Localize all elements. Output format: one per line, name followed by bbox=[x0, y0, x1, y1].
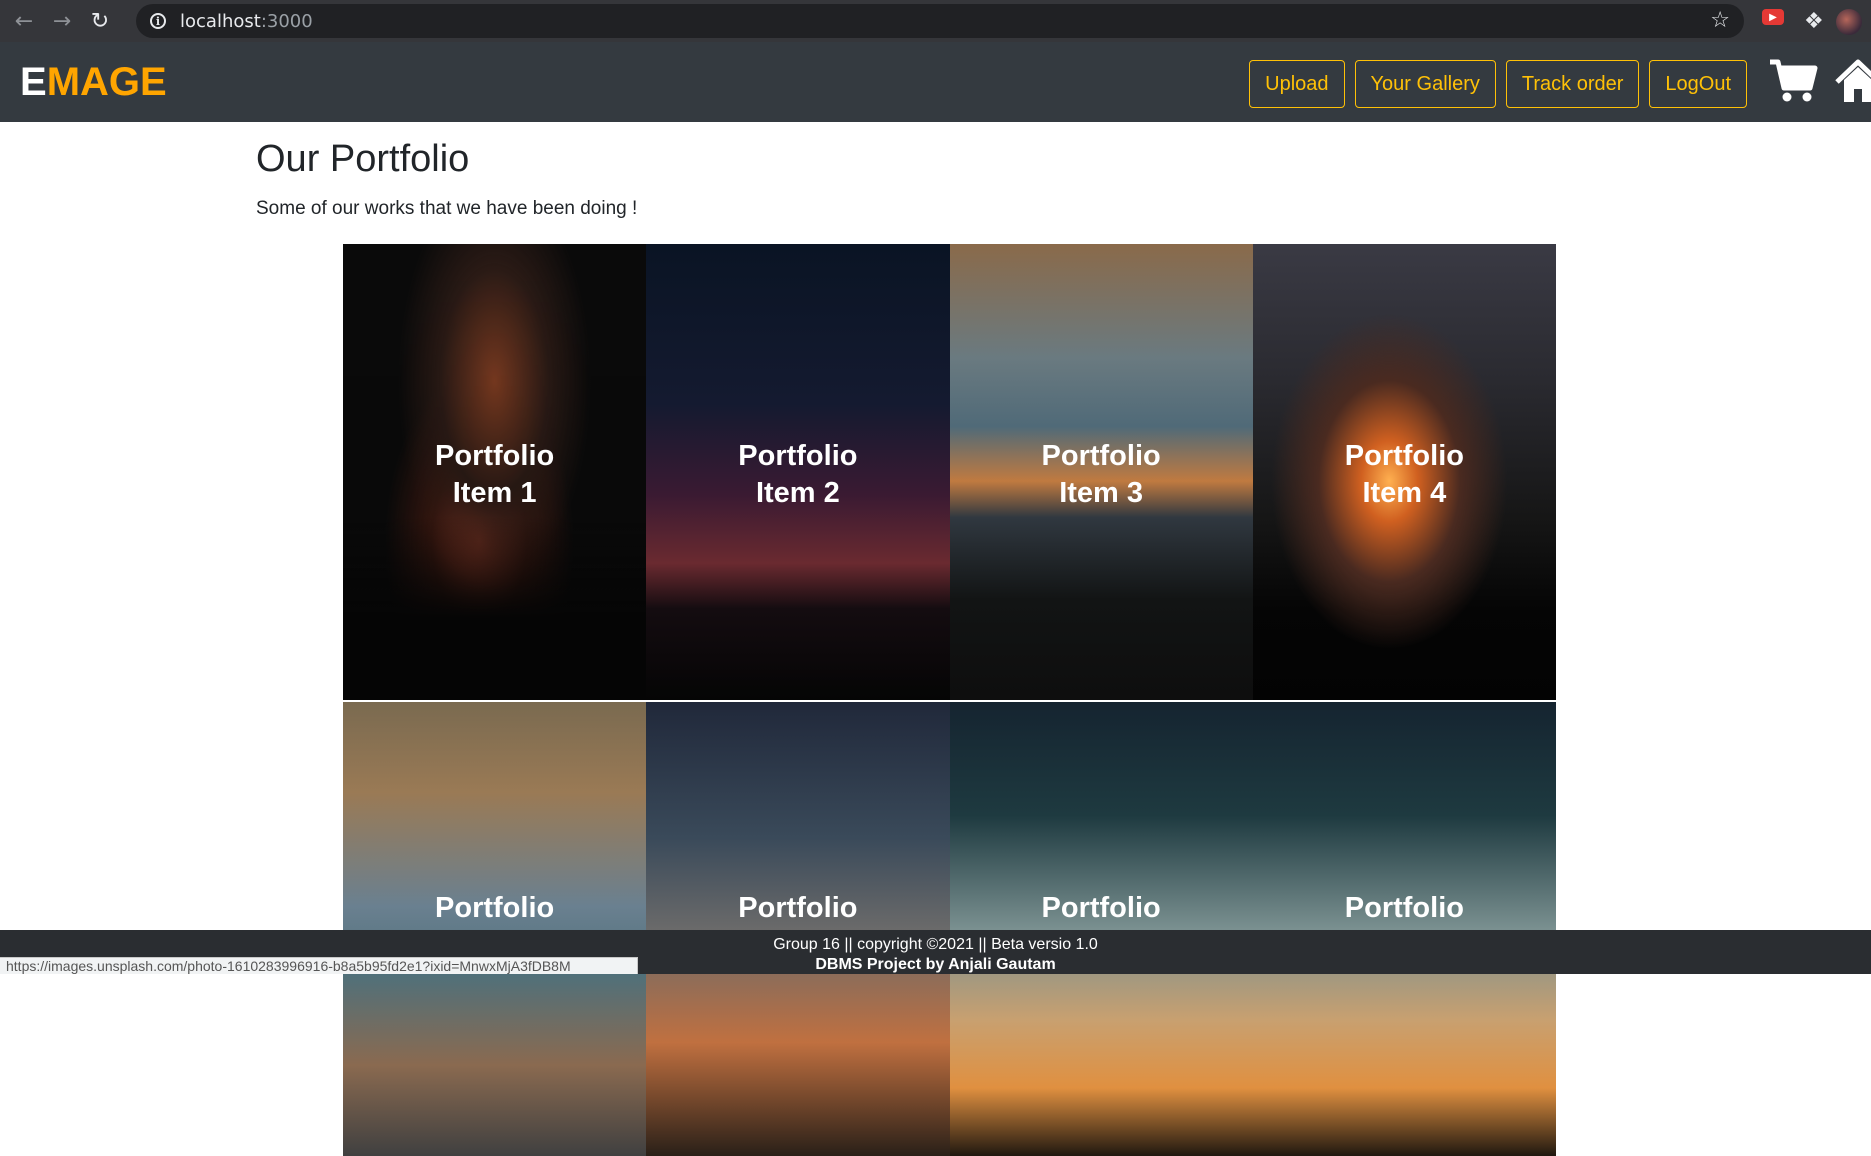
nav-button-group: Upload Your Gallery Track order LogOut bbox=[1249, 60, 1747, 108]
portfolio-item-5[interactable]: Portfolio bbox=[343, 700, 647, 1156]
brand-first-letter: E bbox=[20, 60, 47, 104]
caption-line1: Portfolio bbox=[1344, 440, 1464, 472]
portfolio-caption: Portfolio bbox=[950, 890, 1253, 927]
status-bar-url: https://images.unsplash.com/photo-161028… bbox=[0, 957, 638, 974]
portfolio-caption: Portfolio bbox=[343, 890, 646, 927]
page-subtitle: Some of our works that we have been doin… bbox=[256, 198, 638, 219]
url-host: localhost bbox=[180, 10, 261, 32]
caption-line1: Portfolio bbox=[1041, 440, 1161, 472]
forward-arrow-icon[interactable]: → bbox=[48, 7, 76, 35]
back-arrow-icon[interactable]: ← bbox=[10, 7, 38, 35]
page-title: Our Portfolio bbox=[256, 138, 470, 180]
portfolio-caption: Portfolio bbox=[646, 890, 949, 927]
caption-line1: Portfolio bbox=[738, 892, 858, 924]
portfolio-item-4[interactable]: Portfolio Item 4 bbox=[1252, 244, 1556, 700]
home-icon[interactable] bbox=[1833, 56, 1871, 106]
caption-line2: Item 4 bbox=[1362, 477, 1447, 509]
caption-line1: Portfolio bbox=[1344, 892, 1464, 924]
app-navbar: EMAGE Upload Your Gallery Track order Lo… bbox=[0, 42, 1871, 122]
extensions-puzzle-icon[interactable]: ❖ bbox=[1804, 9, 1824, 34]
caption-line1: Portfolio bbox=[1041, 892, 1161, 924]
address-url[interactable]: localhost:3000 bbox=[180, 11, 313, 32]
caption-line2: Item 2 bbox=[755, 477, 840, 509]
caption-line1: Portfolio bbox=[435, 440, 555, 472]
portfolio-caption: Portfolio bbox=[1253, 890, 1556, 927]
caption-line1: Portfolio bbox=[435, 892, 555, 924]
reload-icon[interactable]: ↻ bbox=[86, 7, 114, 35]
caption-line2: Item 3 bbox=[1059, 477, 1144, 509]
portfolio-item-1[interactable]: Portfolio Item 1 bbox=[343, 244, 647, 700]
portfolio-item-6[interactable]: Portfolio bbox=[646, 700, 950, 1156]
brand-rest: MAGE bbox=[46, 60, 167, 104]
caption-line1: Portfolio bbox=[738, 440, 858, 472]
upload-button[interactable]: Upload bbox=[1249, 60, 1345, 108]
url-port: :3000 bbox=[260, 10, 313, 32]
browser-toolbar: ← → ↻ i localhost:3000 ☆ ▶ ❖ bbox=[0, 0, 1871, 42]
your-gallery-button[interactable]: Your Gallery bbox=[1354, 60, 1496, 108]
portfolio-item-8[interactable]: Portfolio bbox=[1252, 700, 1556, 1156]
logout-button[interactable]: LogOut bbox=[1649, 60, 1747, 108]
portfolio-caption: Portfolio Item 4 bbox=[1253, 438, 1556, 512]
youtube-extension-icon[interactable]: ▶ bbox=[1762, 9, 1784, 25]
portfolio-caption: Portfolio Item 2 bbox=[646, 438, 949, 512]
profile-avatar[interactable] bbox=[1836, 9, 1862, 35]
portfolio-caption: Portfolio Item 1 bbox=[343, 438, 646, 512]
footer-copyright: Group 16 || copyright ©2021 || Beta vers… bbox=[773, 936, 1098, 953]
bookmark-star-icon[interactable]: ☆ bbox=[1710, 8, 1730, 33]
caption-line2: Item 1 bbox=[452, 477, 537, 509]
portfolio-grid: Portfolio Item 1 Portfolio Item 2 Portfoli… bbox=[343, 244, 1556, 1156]
portfolio-item-3[interactable]: Portfolio Item 3 bbox=[949, 244, 1253, 700]
portfolio-item-7[interactable]: Portfolio bbox=[949, 700, 1253, 1156]
brand-logo[interactable]: EMAGE bbox=[20, 60, 167, 105]
track-order-button[interactable]: Track order bbox=[1505, 60, 1640, 108]
portfolio-caption: Portfolio Item 3 bbox=[950, 438, 1253, 512]
address-bar[interactable]: i localhost:3000 ☆ bbox=[136, 4, 1744, 38]
info-icon[interactable]: i bbox=[150, 13, 166, 29]
cart-icon[interactable] bbox=[1768, 56, 1818, 104]
portfolio-item-2[interactable]: Portfolio Item 2 bbox=[646, 244, 950, 700]
